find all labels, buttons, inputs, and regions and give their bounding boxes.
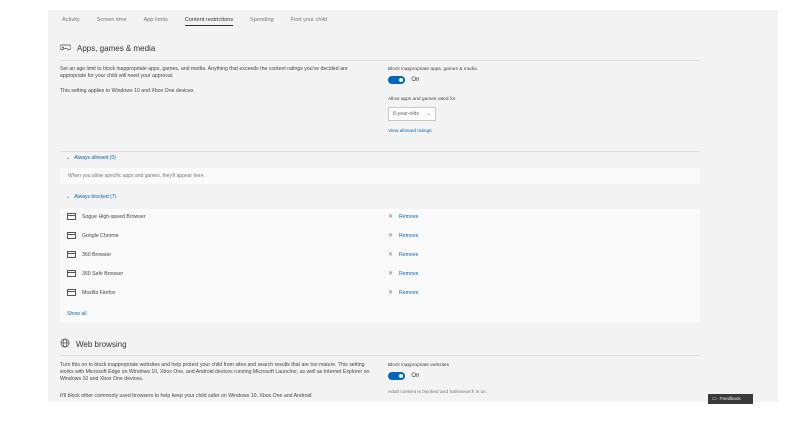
apps-section-header: Apps, games & media xyxy=(59,39,700,57)
web-toggle-state: On xyxy=(411,373,420,379)
app-name: Google Chrome xyxy=(82,232,119,239)
close-icon: ✕ xyxy=(388,271,394,277)
web-section-title: Web browsing xyxy=(76,339,127,349)
app-window-icon xyxy=(67,232,76,239)
view-allowed-ratings-link[interactable]: View allowed ratings xyxy=(388,129,432,134)
tab-content-restrictions[interactable]: Content restrictions xyxy=(184,15,234,26)
tab-screen-time[interactable]: Screen time xyxy=(97,15,127,25)
age-rating-label: Allow apps and games rated for xyxy=(388,97,456,102)
app-window-icon xyxy=(67,270,76,277)
chevron-down-icon: ⌄ xyxy=(66,154,71,161)
list-item: Google Chrome ✕ Remove xyxy=(60,228,700,243)
remove-button[interactable]: ✕ Remove xyxy=(388,270,419,278)
age-rating-value: 8-year-olds xyxy=(393,111,419,117)
divider xyxy=(60,60,700,61)
web-toggle-label: Block inappropriate websites xyxy=(388,363,450,368)
web-description-2: It'll block other commonly used browsers… xyxy=(60,393,312,399)
apps-toggle-row: On xyxy=(388,76,419,84)
always-blocked-title: Always blocked (7) xyxy=(74,193,117,200)
remove-button[interactable]: ✕ Remove xyxy=(388,232,419,240)
apps-toggle-state: On xyxy=(411,77,420,83)
list-item: 360 Browser ✕ Remove xyxy=(60,247,700,262)
tab-bar: Activity Screen time App limits Content … xyxy=(62,10,327,30)
always-allowed-empty-text: When you allow specific apps and games, … xyxy=(68,173,205,179)
chevron-down-icon: ⌄ xyxy=(426,111,431,117)
apps-description: Set an age limit to block inappropriate … xyxy=(60,66,348,79)
app-window-icon xyxy=(67,289,76,296)
list-item: Mozilla Firefox ✕ Remove xyxy=(60,285,700,300)
apps-toggle[interactable] xyxy=(388,76,405,84)
web-section-header: Web browsing xyxy=(60,336,700,352)
list-item: 360 Safe Browser ✕ Remove xyxy=(60,266,700,281)
close-icon: ✕ xyxy=(388,290,394,296)
list-item: Sogue High-speed Browser ✕ Remove xyxy=(60,209,700,224)
close-icon: ✕ xyxy=(388,233,394,239)
app-name: Mozilla Firefox xyxy=(82,289,116,296)
tab-activity[interactable]: Activity xyxy=(62,15,80,25)
tab-spending[interactable]: Spending xyxy=(250,15,274,25)
chevron-down-icon: ⌄ xyxy=(66,193,71,200)
app-name: 360 Browser xyxy=(82,251,112,258)
apps-toggle-label: Block inappropriate apps, games & media xyxy=(388,67,477,72)
tab-app-limits[interactable]: App limits xyxy=(144,15,168,25)
remove-label: Remove xyxy=(399,232,419,239)
blocked-apps-list: Sogue High-speed Browser ✕ Remove Google … xyxy=(60,209,700,323)
tab-find-your-child[interactable]: Find your child xyxy=(291,15,327,25)
remove-label: Remove xyxy=(399,270,419,277)
feedback-button[interactable]: ▭ Feedback xyxy=(708,394,753,404)
web-toggle-row: On xyxy=(388,372,419,380)
apps-section-title: Apps, games & media xyxy=(77,43,156,53)
divider xyxy=(60,355,700,356)
always-allowed-header[interactable]: ⌄ Always allowed (0) xyxy=(60,152,700,163)
app-name: 360 Safe Browser xyxy=(82,270,124,277)
close-icon: ✕ xyxy=(388,214,394,220)
controller-icon xyxy=(59,39,72,57)
web-description: Turn this on to block inappropriate webs… xyxy=(60,362,370,382)
close-icon: ✕ xyxy=(388,252,394,258)
app-window-icon xyxy=(67,251,76,258)
remove-label: Remove xyxy=(399,213,419,220)
remove-label: Remove xyxy=(399,251,419,258)
comment-icon: ▭ xyxy=(712,396,717,402)
show-all-link[interactable]: Show all xyxy=(67,311,87,317)
remove-button[interactable]: ✕ Remove xyxy=(388,251,419,259)
app-window-icon xyxy=(67,213,76,220)
feedback-label: Feedback xyxy=(719,396,741,402)
content-restrictions-page: Activity Screen time App limits Content … xyxy=(48,10,778,402)
web-toggle[interactable] xyxy=(388,372,405,380)
globe-icon xyxy=(60,335,70,353)
remove-button[interactable]: ✕ Remove xyxy=(388,213,419,221)
age-rating-select[interactable]: 8-year-olds ⌄ xyxy=(388,107,436,121)
app-name: Sogue High-speed Browser xyxy=(82,213,146,220)
always-allowed-title: Always allowed (0) xyxy=(74,154,116,161)
always-allowed-empty: When you allow specific apps and games, … xyxy=(60,168,700,184)
remove-label: Remove xyxy=(399,289,419,296)
always-blocked-header[interactable]: ⌄ Always blocked (7) xyxy=(60,191,700,202)
web-note: Adult content is blocked and SafeSearch … xyxy=(388,390,488,395)
apps-applies-to: This setting applies to Windows 10 and X… xyxy=(60,88,194,94)
remove-button[interactable]: ✕ Remove xyxy=(388,289,419,297)
